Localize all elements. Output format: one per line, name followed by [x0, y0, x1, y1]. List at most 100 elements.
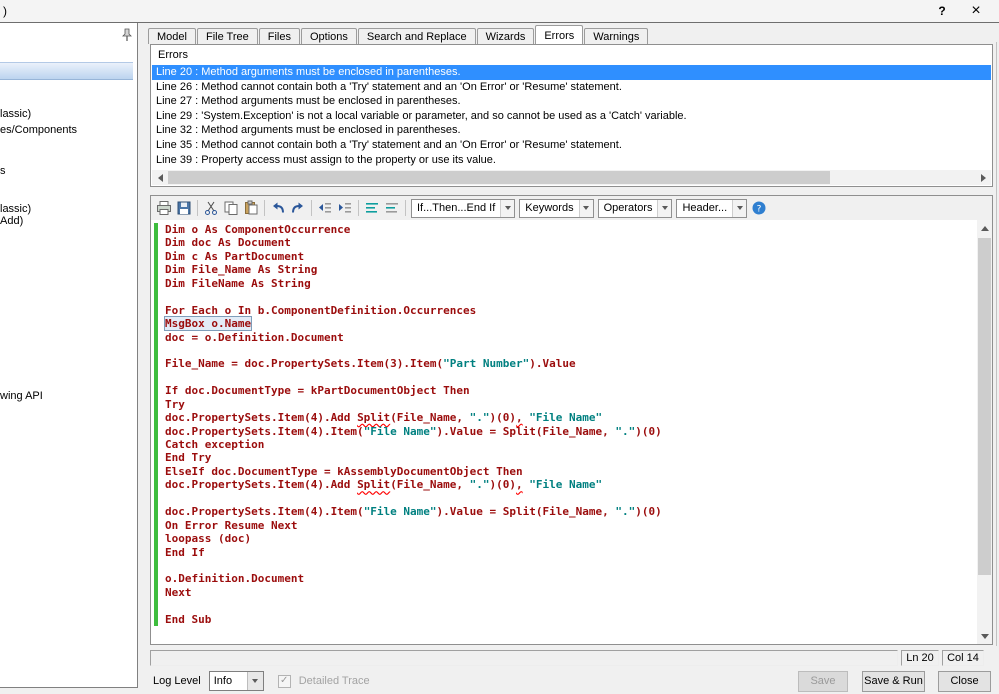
code-text: ).Value	[529, 357, 576, 371]
tree-item[interactable]: lassic)	[0, 108, 31, 120]
scrollbar-thumb[interactable]	[978, 238, 991, 576]
error-row[interactable]: Line 32 : Method arguments must be enclo…	[152, 123, 991, 138]
scroll-down-arrow[interactable]	[977, 628, 992, 644]
code-text: doc.PropertySets.Item(4).Item(	[165, 505, 364, 519]
tree-item[interactable]: s	[0, 165, 6, 177]
editor-vertical-scrollbar[interactable]	[977, 220, 992, 644]
detailed-trace-checkbox[interactable]	[277, 674, 291, 688]
scrollbar-thumb[interactable]	[168, 171, 830, 184]
code-line[interactable]	[151, 558, 977, 573]
uncomment-icon[interactable]	[382, 198, 402, 218]
tab-model[interactable]: Model	[148, 28, 196, 44]
window-divider	[0, 22, 999, 23]
code-text: (File_Name,	[390, 411, 470, 425]
outdent-icon[interactable]	[315, 198, 335, 218]
code-line[interactable]: For Each o In b.ComponentDefinition.Occu…	[151, 303, 977, 318]
tab-file-tree[interactable]: File Tree	[196, 28, 258, 44]
snippets-selected-header[interactable]	[0, 62, 133, 80]
code-line[interactable]: ElseIf doc.DocumentType = kAssemblyDocum…	[151, 464, 977, 479]
close-window-button[interactable]: ×	[962, 0, 990, 22]
pin-icon[interactable]	[120, 28, 134, 42]
paste-icon[interactable]	[241, 198, 261, 218]
code-line[interactable]	[151, 343, 977, 358]
code-line[interactable]: End If	[151, 545, 977, 560]
tab-files[interactable]: Files	[258, 28, 300, 44]
log-level-select[interactable]: Info	[208, 671, 264, 691]
scrollbar-track[interactable]	[168, 170, 975, 185]
tree-item[interactable]: Add)	[0, 215, 23, 227]
redo-icon[interactable]	[288, 198, 308, 218]
error-row[interactable]: Line 27 : Method arguments must be enclo…	[152, 94, 991, 109]
code-text: Try	[165, 397, 185, 411]
save-and-run-button[interactable]: Save & Run	[862, 670, 925, 692]
tab-wizards[interactable]: Wizards	[476, 28, 535, 44]
error-row[interactable]: Line 39 : Property access must assign to…	[152, 153, 991, 168]
code-line[interactable]: doc.PropertySets.Item(4).Add Split(File_…	[151, 478, 977, 493]
code-string: "File Name"	[363, 424, 437, 438]
code-text: Split	[357, 478, 391, 492]
print-icon[interactable]	[154, 198, 174, 218]
code-line[interactable]: doc.PropertySets.Item(4).Add Split(File_…	[151, 411, 977, 426]
toolbar-separator	[264, 200, 265, 216]
chevron-down-icon	[500, 199, 515, 217]
errors-panel-title: Errors	[158, 49, 188, 61]
keywords-dropdown[interactable]: Keywords	[519, 198, 594, 218]
error-row[interactable]: Line 20 : Method arguments must be enclo…	[152, 65, 991, 80]
tab-warnings[interactable]: Warnings	[584, 28, 649, 44]
undo-icon[interactable]	[268, 198, 288, 218]
code-line[interactable]: Dim c As PartDocument	[151, 249, 977, 264]
code-line[interactable]: MsgBox o.Name	[151, 316, 977, 332]
code-line[interactable]: Dim File_Name As String	[151, 263, 977, 278]
code-line[interactable]: loopass (doc)	[151, 532, 977, 546]
code-line[interactable]: Dim o As ComponentOccurrence	[151, 223, 977, 237]
code-line[interactable]: Dim doc As Document	[151, 236, 977, 251]
scroll-right-arrow[interactable]	[975, 170, 991, 185]
header-dropdown[interactable]: Header...	[676, 198, 748, 218]
code-line[interactable]: o.Definition.Document	[151, 572, 977, 587]
cut-icon[interactable]	[201, 198, 221, 218]
tree-item[interactable]: wing API	[0, 390, 43, 402]
code-line[interactable]: File_Name = doc.PropertySets.Item(3).Ite…	[151, 357, 977, 372]
help-icon[interactable]: ?	[749, 198, 769, 218]
scroll-left-arrow[interactable]	[152, 170, 168, 185]
code-line[interactable]	[151, 370, 977, 385]
tab-search-and-replace[interactable]: Search and Replace	[357, 28, 476, 44]
scrollbar-track[interactable]	[977, 236, 992, 628]
tab-errors[interactable]: Errors	[535, 25, 584, 44]
help-button[interactable]: ?	[928, 0, 956, 22]
code-line[interactable]: doc.PropertySets.Item(4).Item("File Name…	[151, 424, 977, 439]
code-area[interactable]: Dim o As ComponentOccurrence Dim doc As D…	[151, 220, 977, 644]
error-row[interactable]: Line 35 : Method cannot contain both a '…	[152, 138, 991, 153]
code-text: Dim FileName As String	[165, 276, 311, 290]
save-button[interactable]: Save	[798, 670, 848, 692]
code-line[interactable]: On Error Resume Next	[151, 518, 977, 533]
close-button[interactable]: Close	[938, 670, 991, 692]
indent-icon[interactable]	[335, 198, 355, 218]
code-text: Dim o As ComponentOccurrence	[165, 223, 351, 236]
operators-dropdown[interactable]: Operators	[597, 198, 673, 218]
tab-options[interactable]: Options	[301, 28, 357, 44]
tree-item[interactable]: lassic)	[0, 203, 31, 215]
error-row[interactable]: Line 26 : Method cannot contain both a '…	[152, 80, 991, 95]
code-line[interactable]	[151, 491, 977, 506]
code-line[interactable]: doc = o.Definition.Document	[151, 330, 977, 345]
code-line[interactable]: doc.PropertySets.Item(4).Item("File Name…	[151, 505, 977, 520]
save-icon[interactable]	[174, 198, 194, 218]
code-line[interactable]: Try	[151, 397, 977, 412]
errors-horizontal-scrollbar[interactable]	[152, 170, 991, 185]
code-line[interactable]	[151, 599, 977, 614]
copy-icon[interactable]	[221, 198, 241, 218]
scroll-up-arrow[interactable]	[977, 220, 992, 236]
code-line[interactable]: End Sub	[151, 612, 977, 627]
tree-item[interactable]: es/Components	[0, 124, 77, 136]
code-line[interactable]: If doc.DocumentType = kPartDocumentObjec…	[151, 384, 977, 399]
code-line[interactable]: Dim FileName As String	[151, 276, 977, 291]
code-line[interactable]	[151, 290, 977, 305]
code-line[interactable]: Next	[151, 585, 977, 600]
comment-icon[interactable]	[362, 198, 382, 218]
snippet-if-then-dropdown[interactable]: If...Then...End If	[411, 198, 516, 218]
error-row[interactable]: Line 29 : 'System.Exception' is not a lo…	[152, 109, 991, 124]
code-line[interactable]: End Try	[151, 451, 977, 466]
code-line[interactable]: Catch exception	[151, 438, 977, 452]
code-text: Split	[357, 411, 391, 425]
